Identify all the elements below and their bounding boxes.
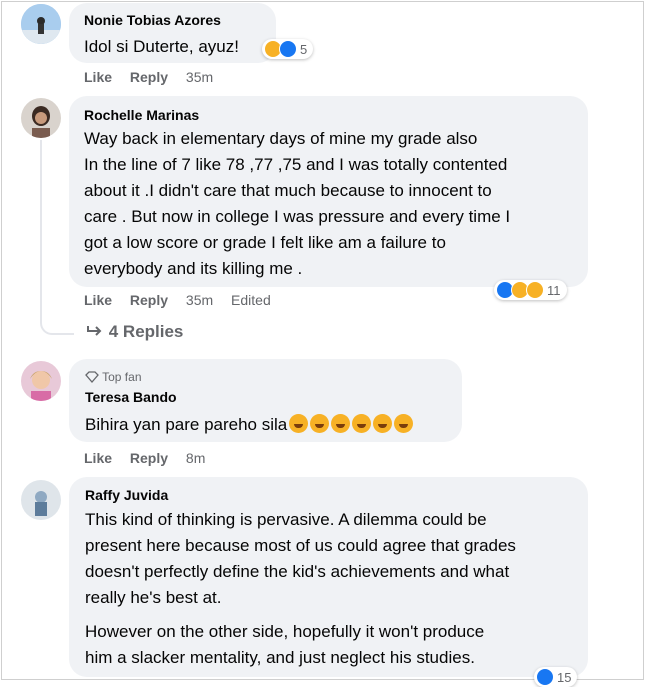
- avatar[interactable]: [21, 98, 61, 138]
- reply-button[interactable]: Reply: [130, 69, 168, 85]
- diamond-icon: [85, 371, 99, 383]
- comment-text: Idol si Duterte, ayuz!: [84, 37, 239, 56]
- reaction-summary[interactable]: 5: [262, 39, 314, 59]
- comment-timestamp[interactable]: 35m: [186, 69, 213, 85]
- reply-button[interactable]: Reply: [130, 292, 168, 308]
- like-reaction-icon: [279, 40, 297, 58]
- reaction-summary[interactable]: 15: [534, 667, 578, 687]
- comment-author[interactable]: Rochelle Marinas: [84, 107, 199, 123]
- top-fan-badge: Top fan: [85, 370, 142, 384]
- comment-timestamp[interactable]: 8m: [186, 450, 205, 466]
- reaction-count: 11: [547, 282, 561, 298]
- smile-emoji-icon: [352, 414, 372, 433]
- reaction-count: 5: [300, 41, 308, 57]
- comment-timestamp[interactable]: 35m: [186, 292, 213, 308]
- like-button[interactable]: Like: [84, 450, 112, 466]
- comment-text: Bihira yan pare pareho sila: [85, 412, 414, 438]
- reply-thread-line: [40, 140, 74, 335]
- avatar[interactable]: [21, 4, 61, 44]
- smile-emoji-icon: [373, 414, 393, 433]
- like-button[interactable]: Like: [84, 292, 112, 308]
- reply-arrow-icon: [86, 322, 109, 341]
- like-reaction-icon: [536, 668, 554, 686]
- smile-emoji-icon: [394, 414, 414, 433]
- comment-actions: Like Reply 8m: [84, 450, 219, 466]
- comment-author[interactable]: Raffy Juvida: [85, 487, 168, 503]
- smile-emoji-icon: [289, 414, 309, 433]
- comment-text: This kind of thinking is pervasive. A di…: [85, 510, 516, 607]
- avatar[interactable]: [21, 480, 61, 520]
- comment-author[interactable]: Nonie Tobias Azores: [84, 12, 221, 28]
- reply-button[interactable]: Reply: [130, 450, 168, 466]
- reaction-count: 15: [557, 669, 572, 685]
- view-replies-link[interactable]: 4 Replies: [86, 322, 183, 342]
- comment-actions: Like Reply 35m: [84, 69, 227, 85]
- comment-text: Way back in elementary days of mine my g…: [84, 129, 511, 278]
- avatar[interactable]: [21, 361, 61, 401]
- edited-label: Edited: [231, 292, 271, 308]
- smile-emoji-icon: [331, 414, 351, 433]
- comment-author[interactable]: Teresa Bando: [85, 389, 177, 405]
- like-button[interactable]: Like: [84, 69, 112, 85]
- smile-emoji-icon: [310, 414, 330, 433]
- reaction-summary[interactable]: 11: [494, 280, 567, 300]
- haha-reaction-icon: [526, 281, 544, 299]
- comment-actions: Like Reply 35m Edited: [84, 292, 271, 308]
- comment-text-paragraph: However on the other side, hopefully it …: [85, 622, 485, 667]
